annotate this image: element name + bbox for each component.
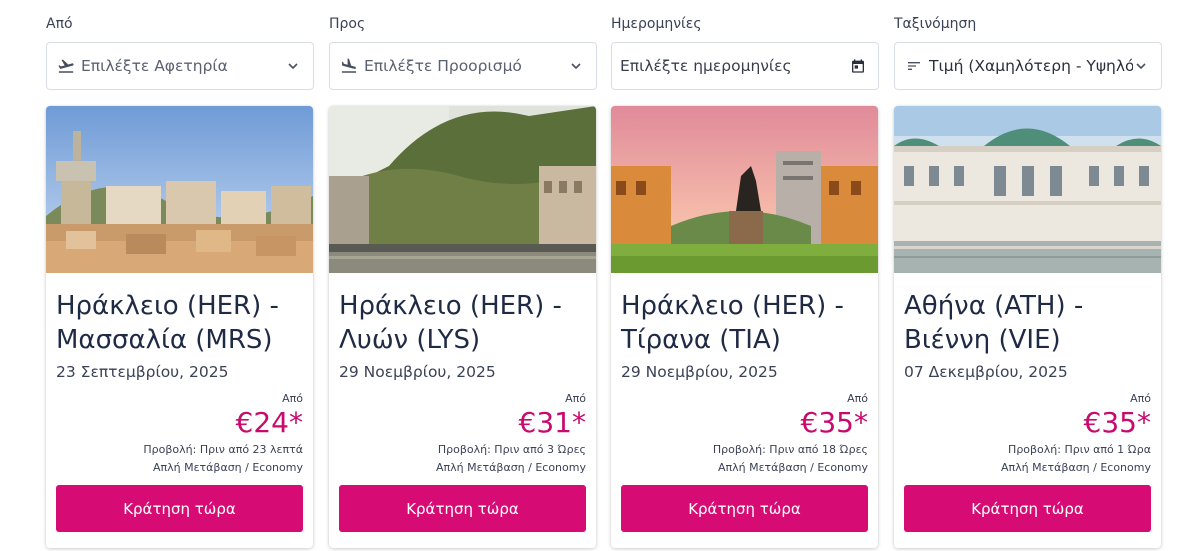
price: €31* <box>518 406 586 439</box>
from-price-label: Από <box>847 392 868 405</box>
flight-date: 07 Δεκεμβρίου, 2025 <box>904 363 1068 381</box>
to-label: Προς <box>329 16 366 32</box>
trip-type: Απλή Μετάβαση / Economy <box>1000 461 1151 474</box>
route-origin: Ηράκλειο (HER) - <box>56 291 279 321</box>
from-label: Από <box>46 16 73 32</box>
from-placeholder: Επιλέξτε Αφετηρία <box>81 57 228 75</box>
book-now-button[interactable]: Κράτηση τώρα <box>339 485 586 532</box>
deal-card[interactable]: Ηράκλειο (HER) - Μασσαλία (MRS) 23 Σεπτε… <box>46 106 313 548</box>
plane-takeoff-icon <box>55 55 77 77</box>
book-now-button[interactable]: Κράτηση τώρα <box>621 485 868 532</box>
price: €35* <box>1083 406 1151 439</box>
route-origin: Ηράκλειο (HER) - <box>621 291 844 321</box>
dates-label: Ημερομηνίες <box>611 16 702 32</box>
route-title: Ηράκλειο (HER) - Λυών (LYS) <box>339 289 589 357</box>
book-now-button[interactable]: Κράτηση τώρα <box>904 485 1151 532</box>
route-title: Αθήνα (ATH) - Βιέννη (VIE) <box>904 289 1154 357</box>
chevron-down-icon <box>285 58 301 74</box>
book-now-button[interactable]: Κράτηση τώρα <box>56 485 303 532</box>
trip-type: Απλή Μετάβαση / Economy <box>152 461 303 474</box>
sort-value: Τιμή (Χαμηλότερη - Υψηλότ <box>929 57 1133 75</box>
deal-card[interactable]: Ηράκλειο (HER) - Τίρανα (TIA) 29 Νοεμβρί… <box>611 106 878 548</box>
price: €35* <box>800 406 868 439</box>
viewed-time: Προβολή: Πριν από 1 Ώρα <box>1008 443 1151 456</box>
viewed-time: Προβολή: Πριν από 18 Ώρες <box>712 443 868 456</box>
from-select[interactable]: Επιλέξτε Αφετηρία <box>46 42 314 90</box>
from-price-label: Από <box>282 392 303 405</box>
from-price-label: Από <box>565 392 586 405</box>
sort-icon <box>903 55 925 77</box>
search-filters: Από Επιλέξτε Αφετηρία Προς Επιλέξτε Προο… <box>0 0 1200 100</box>
price: €24* <box>235 406 303 439</box>
viewed-time: Προβολή: Πριν από 23 λεπτά <box>143 443 303 456</box>
tirana-photo <box>611 106 878 273</box>
route-destination: Βιέννη (VIE) <box>904 325 1061 355</box>
deal-card[interactable]: Αθήνα (ATH) - Βιέννη (VIE) 07 Δεκεμβρίου… <box>894 106 1161 548</box>
route-title: Ηράκλειο (HER) - Τίρανα (TIA) <box>621 289 871 357</box>
plane-landing-icon <box>338 55 360 77</box>
sort-label: Ταξινόμηση <box>894 16 977 32</box>
chevron-down-icon <box>568 58 584 74</box>
route-title: Ηράκλειο (HER) - Μασσαλία (MRS) <box>56 289 306 357</box>
dates-input[interactable]: Επιλέξτε ημερομηνίες <box>611 42 879 90</box>
flight-date: 29 Νοεμβρίου, 2025 <box>621 363 778 381</box>
chevron-down-icon <box>1133 58 1149 74</box>
trip-type: Απλή Μετάβαση / Economy <box>717 461 868 474</box>
sort-select[interactable]: Τιμή (Χαμηλότερη - Υψηλότ <box>894 42 1162 90</box>
vienna-photo <box>894 106 1161 273</box>
marseille-photo <box>46 106 313 273</box>
to-placeholder: Επιλέξτε Προορισμό <box>364 57 522 75</box>
from-price-label: Από <box>1130 392 1151 405</box>
deal-card[interactable]: Ηράκλειο (HER) - Λυών (LYS) 29 Νοεμβρίου… <box>329 106 596 548</box>
dates-placeholder: Επιλέξτε ημερομηνίες <box>620 57 792 75</box>
calendar-icon[interactable] <box>850 58 866 74</box>
to-select[interactable]: Επιλέξτε Προορισμό <box>329 42 597 90</box>
trip-type: Απλή Μετάβαση / Economy <box>435 461 586 474</box>
lyon-photo <box>329 106 596 273</box>
route-destination: Τίρανα (TIA) <box>621 325 781 355</box>
route-origin: Ηράκλειο (HER) - <box>339 291 562 321</box>
route-destination: Λυών (LYS) <box>339 325 481 355</box>
flight-date: 29 Νοεμβρίου, 2025 <box>339 363 496 381</box>
route-destination: Μασσαλία (MRS) <box>56 325 273 355</box>
viewed-time: Προβολή: Πριν από 3 Ώρες <box>437 443 586 456</box>
route-origin: Αθήνα (ATH) - <box>904 291 1084 321</box>
flight-date: 23 Σεπτεμβρίου, 2025 <box>56 363 229 381</box>
